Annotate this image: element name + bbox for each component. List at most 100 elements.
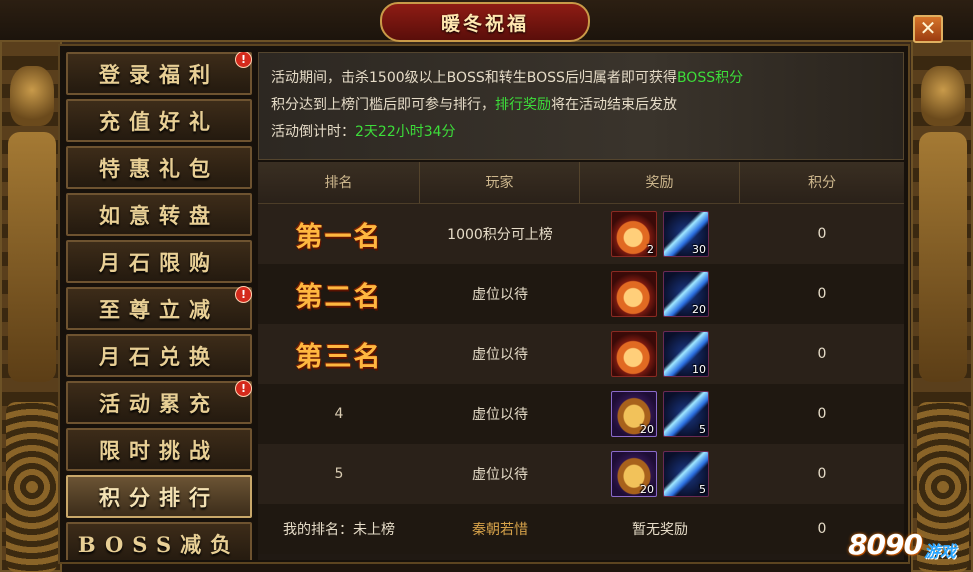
my-player-name: 秦朝若惜 [472, 522, 528, 538]
statue-head [921, 66, 965, 126]
logo-main: 8090 [848, 528, 923, 561]
reward-count: 5 [699, 423, 706, 436]
sidebar-item-label: 积分排行 [99, 484, 219, 510]
sidebar-item-timed-challenge[interactable]: 限时挑战 [66, 428, 252, 471]
rank-label: 第三名 [295, 341, 383, 373]
table-row: 第一名 1000积分 可上榜 2 30 0 [258, 204, 904, 264]
sidebar-item-supreme-discount[interactable]: 至尊立减 ! [66, 286, 252, 330]
rank-label: 5 [334, 466, 344, 482]
countdown-label: 活动倒计时： [271, 124, 355, 140]
alert-badge: ! [235, 52, 252, 68]
title-plate: 暖冬祝福 [380, 2, 590, 42]
my-score: 0 [817, 521, 827, 537]
sidebar-item-recharge-gifts[interactable]: 充值好礼 [66, 99, 252, 142]
sidebar-item-label: 月石限购 [99, 249, 219, 275]
header-rank: 排名 [258, 162, 420, 203]
reward-count: 5 [699, 483, 706, 496]
rank-label: 第一名 [295, 221, 383, 253]
crystal-icon[interactable]: 20 [663, 271, 709, 317]
sidebar-item-boss-burden[interactable]: BOSS减负 [66, 522, 252, 560]
game-window: 暖冬祝福 ✕ 登录福利 ! 充值好礼 特惠礼包 如意转盘 月石限购 至尊立减 ! [0, 0, 973, 572]
info-line-countdown: 活动倒计时：2天22小时34分 [271, 119, 891, 146]
sidebar-item-label: 充值好礼 [99, 108, 219, 134]
sidebar-item-moonstone-limited[interactable]: 月石限购 [66, 240, 252, 283]
my-rank: 我的排名：未上榜 [283, 522, 395, 538]
reward-count: 20 [692, 303, 706, 316]
sidebar-item-label: 限时挑战 [99, 437, 219, 463]
crystal-icon[interactable]: 30 [663, 211, 709, 257]
potion-icon[interactable] [611, 271, 657, 317]
crystal-icon[interactable]: 10 [663, 331, 709, 377]
rank-label: 第二名 [295, 281, 383, 313]
sidebar-item-label: BOSS减负 [77, 531, 241, 557]
info-text: 活动期间，击杀1500级以上BOSS和转生BOSS后归属者即可获得 [271, 70, 677, 86]
statue-head [10, 66, 54, 126]
chest-icon[interactable]: 20 [611, 451, 657, 497]
countdown-value: 2天22小时34分 [355, 124, 456, 140]
title-bar: 暖冬祝福 [0, 0, 973, 42]
table-header: 排名 玩家 奖励 积分 [258, 162, 904, 204]
sidebar-item-label: 月石兑换 [99, 343, 219, 369]
header-score: 积分 [808, 175, 836, 191]
close-button[interactable]: ✕ [913, 15, 943, 43]
sidebar-item-label: 至尊立减 [99, 296, 219, 322]
reward-count: 20 [640, 423, 654, 436]
sidebar-item-moonstone-exchange[interactable]: 月石兑换 [66, 334, 252, 377]
header-player: 玩家 [420, 162, 580, 203]
sidebar-item-label: 如意转盘 [99, 202, 219, 228]
table-row: 第三名 虚位以待 10 0 [258, 324, 904, 384]
chest-icon[interactable]: 20 [611, 391, 657, 437]
reward-count: 30 [692, 243, 706, 256]
sidebar-item-special-packs[interactable]: 特惠礼包 [66, 146, 252, 189]
statue-dragon-coil [6, 402, 58, 572]
info-line-rules: 活动期间，击杀1500级以上BOSS和转生BOSS后归属者即可获得BOSS积分 [271, 65, 891, 92]
my-reward: 暂无奖励 [632, 522, 688, 538]
event-info: 活动期间，击杀1500级以上BOSS和转生BOSS后归属者即可获得BOSS积分 … [258, 52, 904, 160]
sidebar-item-label: 特惠礼包 [99, 155, 219, 181]
score-value: 0 [817, 406, 827, 422]
right-statue-decoration [911, 40, 973, 572]
player-name: 可上榜 [510, 227, 553, 243]
player-name: 虚位以待 [472, 467, 528, 483]
sidebar-item-login-rewards[interactable]: 登录福利 ! [66, 52, 252, 95]
sidebar-item-cumulative-recharge[interactable]: 活动累充 ! [66, 380, 252, 424]
table-row: 第二名 虚位以待 20 0 [258, 264, 904, 324]
sidebar-item-label: 登录福利 [99, 61, 219, 87]
crystal-icon[interactable]: 5 [663, 391, 709, 437]
main-panel: 登录福利 ! 充值好礼 特惠礼包 如意转盘 月石限购 至尊立减 ! 月石兑换 活… [58, 44, 910, 564]
player-name: 虚位以待 [472, 407, 528, 423]
score-value: 0 [817, 466, 827, 482]
statue-body [8, 132, 56, 382]
reward-count: 10 [692, 363, 706, 376]
ranking-rewards-highlight: 排行奖励 [495, 97, 551, 113]
sidebar-item-lucky-wheel[interactable]: 如意转盘 [66, 193, 252, 236]
site-watermark-logo: 8090 游戏 [848, 524, 968, 568]
info-text: 将在活动结束后发放 [551, 97, 677, 113]
score-value: 0 [817, 346, 827, 362]
info-line-ranking: 积分达到上榜门槛后即可参与排行，排行奖励将在活动结束后发放 [271, 92, 891, 119]
boss-points-highlight: BOSS积分 [676, 70, 744, 86]
reward-count: 20 [640, 483, 654, 496]
score-value: 0 [817, 286, 827, 302]
window-title: 暖冬祝福 [440, 12, 529, 35]
sidebar: 登录福利 ! 充值好礼 特惠礼包 如意转盘 月石限购 至尊立减 ! 月石兑换 活… [66, 52, 256, 560]
player-name: 虚位以待 [472, 287, 528, 303]
logo-sub: 游戏 [924, 542, 957, 561]
alert-badge: ! [235, 380, 252, 397]
alert-badge: ! [235, 286, 252, 303]
player-name: 虚位以待 [472, 347, 528, 363]
sidebar-item-points-ranking[interactable]: 积分排行 [66, 475, 252, 518]
table-row: 4 虚位以待 20 5 0 [258, 384, 904, 444]
statue-body [919, 132, 967, 382]
table-row: 5 虚位以待 20 5 0 [258, 444, 904, 504]
reward-count: 2 [647, 243, 654, 256]
rank-label: 4 [334, 406, 344, 422]
score-value: 0 [817, 226, 827, 242]
player-threshold: 1000积分 [447, 227, 511, 243]
info-text: 积分达到上榜门槛后即可参与排行， [271, 97, 495, 113]
crystal-icon[interactable]: 5 [663, 451, 709, 497]
header-rewards: 奖励 [580, 162, 740, 203]
potion-icon[interactable]: 2 [611, 211, 657, 257]
sidebar-item-label: 活动累充 [99, 390, 219, 416]
potion-icon[interactable] [611, 331, 657, 377]
